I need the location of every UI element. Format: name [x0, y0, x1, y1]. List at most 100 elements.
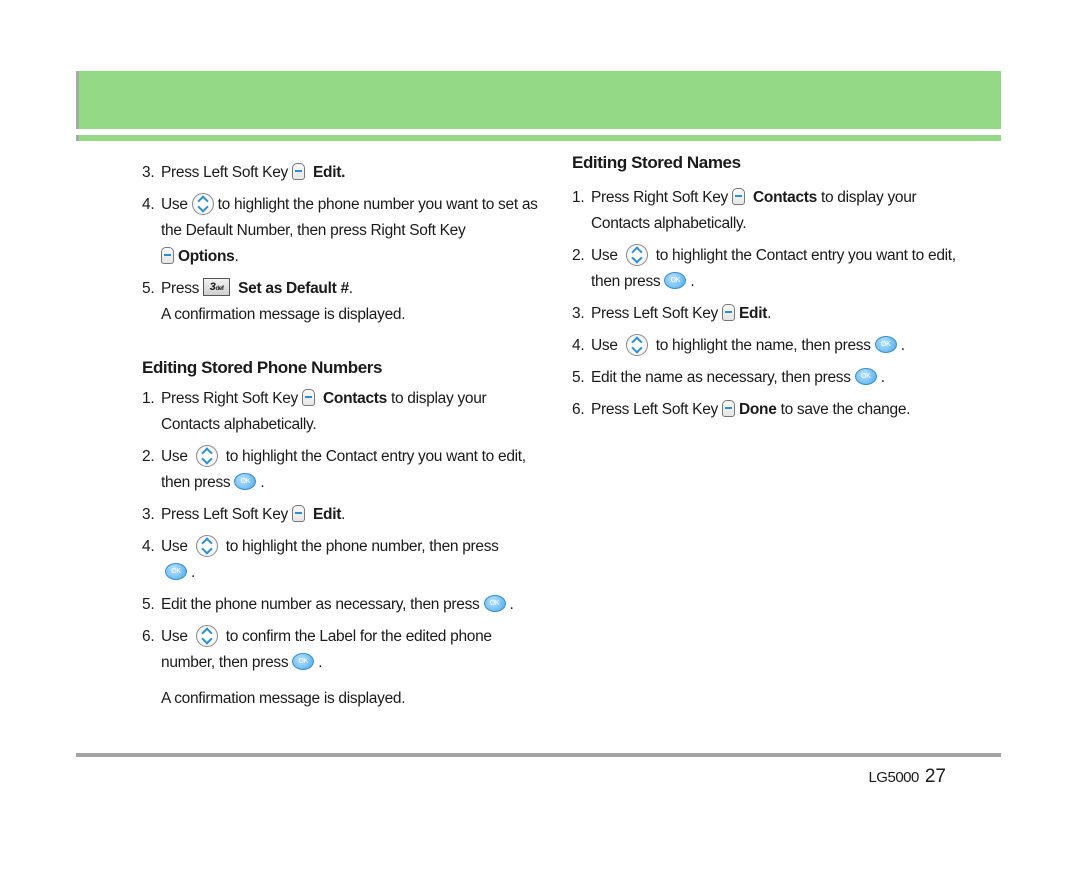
step-text: .: [341, 506, 346, 523]
list-item: 4. Use to highlight the name, then press…: [572, 333, 972, 359]
list-item: 2. Use to highlight the Contact entry yo…: [572, 243, 972, 295]
step-text: Press Left Soft Key: [161, 164, 288, 181]
ok-key-icon: OK: [854, 368, 877, 386]
confirmation-note: A confirmation message is displayed.: [161, 690, 406, 707]
right-soft-key-icon: [161, 247, 174, 265]
list-item: 1. Press Right Soft Key Contacts to disp…: [572, 185, 972, 237]
ok-key-icon: OK: [483, 595, 506, 613]
step-text: .: [348, 280, 353, 297]
left-soft-key-icon: [291, 505, 305, 523]
header-accent-bar: [76, 135, 1001, 141]
ok-key-icon: OK: [292, 653, 315, 671]
step-text: Press Left Soft Key: [161, 506, 288, 523]
step-number: 3.: [142, 506, 155, 523]
ok-key-icon: OK: [874, 336, 897, 354]
step-number: 1.: [572, 189, 585, 206]
list-item: 3. Press Left Soft Key Edit.: [572, 301, 972, 327]
step-text: Press Left Soft Key: [591, 305, 718, 322]
step-text: to save the change.: [780, 401, 911, 418]
list-item: 5. Edit the phone number as necessary, t…: [142, 592, 542, 618]
step-text: .: [234, 248, 239, 265]
step-bold: Contacts: [323, 390, 387, 407]
step-text: Press Right Soft Key: [591, 189, 729, 206]
left-soft-key-icon: [721, 400, 735, 418]
list-item: 6. Use to confirm the Label for the edit…: [142, 624, 542, 676]
step-bold: Contacts: [753, 189, 817, 206]
ok-key-icon: OK: [664, 272, 687, 290]
step-text: .: [318, 654, 323, 671]
step-number: 2.: [572, 247, 585, 264]
step-text: .: [191, 564, 196, 581]
ok-key-icon: OK: [165, 563, 187, 581]
step-text: Press: [161, 280, 200, 297]
navigation-key-icon: [625, 243, 648, 266]
list-item: 6. Press Left Soft Key Done to save the c…: [572, 397, 972, 423]
list-item: 3. Press Left Soft Key Edit.: [142, 502, 542, 528]
navigation-key-icon: [625, 333, 648, 356]
list-item: 4. Use to highlight the phone number, th…: [142, 534, 542, 586]
right-column: Editing Stored Names 1. Press Right Soft…: [572, 153, 972, 429]
step-number: 4.: [572, 337, 585, 354]
confirmation-note: A confirmation message is displayed.: [161, 306, 406, 323]
section-title: Editing Stored Phone Numbers: [142, 358, 383, 377]
step-text: .: [509, 596, 514, 613]
step-number: 3.: [572, 305, 585, 322]
step-bold: Edit.: [313, 164, 346, 181]
step-number: 6.: [572, 401, 585, 418]
step-bold: Set as Default #: [238, 280, 349, 297]
list-item: 3. Press Left Soft Key Edit.: [142, 160, 542, 186]
list-item: 5. Press 3def Set as Default #.: [142, 276, 542, 302]
section-title: Editing Stored Names: [572, 153, 741, 172]
page-footer: LG5000 27: [868, 766, 946, 788]
step-text: .: [880, 369, 885, 386]
navigation-key-icon: [195, 534, 218, 557]
right-soft-key-icon: [732, 188, 746, 206]
step-number: 4.: [142, 196, 155, 213]
footer-rule: [76, 753, 1001, 757]
left-soft-key-icon: [291, 163, 305, 181]
header-banner: [76, 71, 1001, 129]
step-text: Use: [161, 196, 188, 213]
step-text: Use: [161, 628, 188, 645]
step-text: to highlight the phone number you want t…: [161, 196, 538, 239]
model-name: LG5000: [868, 769, 919, 786]
step-bold: Edit: [313, 506, 342, 523]
step-text: .: [900, 337, 905, 354]
step-number: 5.: [572, 369, 585, 386]
navigation-key-icon: [195, 624, 218, 647]
step-text: to highlight the name, then press: [655, 337, 871, 354]
step-text: Edit the name as necessary, then press: [591, 369, 851, 386]
list-item: 1. Press Right Soft Key Contacts to disp…: [142, 386, 542, 438]
step-number: 6.: [142, 628, 155, 645]
left-column: 3. Press Left Soft Key Edit. 4. Use to hi…: [142, 160, 542, 712]
list-item: 5. Edit the name as necessary, then pres…: [572, 365, 972, 391]
navigation-key-icon: [195, 444, 218, 467]
step-bold: Done: [738, 401, 777, 418]
step-text: .: [690, 273, 695, 290]
key-3-def-icon: 3def: [203, 277, 231, 296]
step-text: .: [260, 474, 265, 491]
step-number: 5.: [142, 280, 155, 297]
ok-key-icon: OK: [234, 473, 257, 491]
navigation-key-icon: [191, 192, 214, 215]
step-text: .: [767, 305, 772, 322]
step-number: 2.: [142, 448, 155, 465]
step-text: Use: [591, 247, 618, 264]
step-text: Press Right Soft Key: [161, 390, 299, 407]
page-number: 27: [924, 766, 946, 787]
step-bold: Options: [178, 248, 235, 265]
step-text: Use: [591, 337, 618, 354]
step-text: to highlight the phone number, then pres…: [225, 538, 499, 555]
step-text: Edit the phone number as necessary, then…: [161, 596, 480, 613]
right-soft-key-icon: [302, 389, 316, 407]
step-number: 4.: [142, 538, 155, 555]
left-soft-key-icon: [721, 304, 735, 322]
step-text: Use: [161, 448, 188, 465]
step-number: 3.: [142, 164, 155, 181]
step-number: 5.: [142, 596, 155, 613]
step-text: Use: [161, 538, 188, 555]
list-item: 4. Use to highlight the phone number you …: [142, 192, 542, 270]
step-bold: Edit: [738, 305, 768, 322]
step-number: 1.: [142, 390, 155, 407]
step-text: Press Left Soft Key: [591, 401, 718, 418]
